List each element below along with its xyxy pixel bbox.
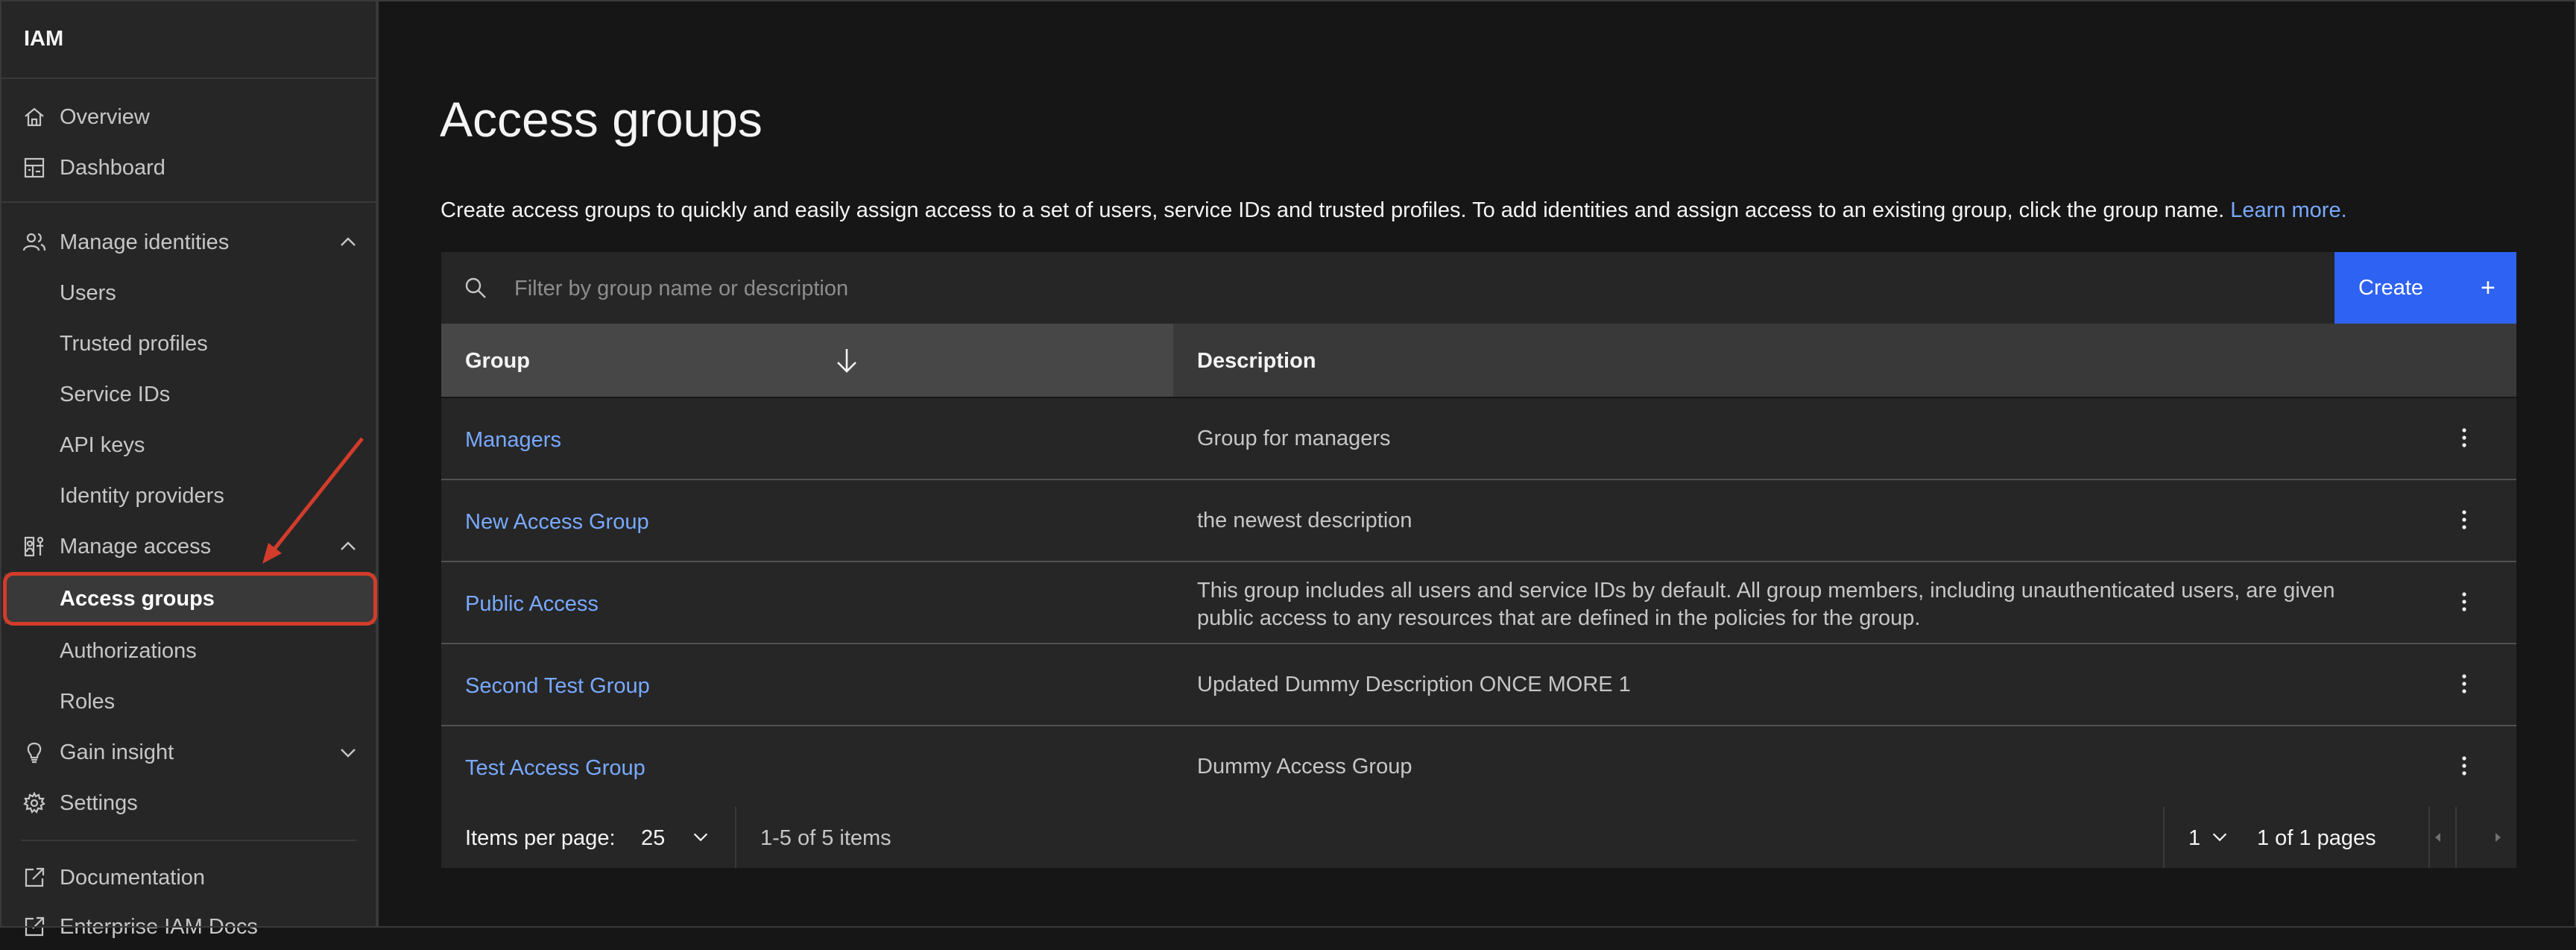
sidebar-item-label: Identity providers [60, 483, 224, 508]
sidebar-item-documentation[interactable]: Documentation [0, 855, 376, 901]
group-name-link[interactable]: Test Access Group [465, 756, 645, 781]
home-icon [22, 105, 46, 129]
items-range: 1-5 of 5 items [760, 826, 891, 850]
pages-text: 1 of 1 pages [2257, 826, 2376, 850]
sidebar-title: IAM [24, 27, 64, 51]
sidebar-item-label: Gain insight [60, 740, 174, 764]
sidebar: IAM Overview Dashboard Manage identities… [0, 0, 379, 939]
chevron-up-icon[interactable] [337, 231, 359, 254]
column-header-label: Group [465, 349, 530, 373]
group-description: Dummy Access Group [1197, 755, 1412, 778]
items-per-page-value: 25 [641, 826, 666, 850]
search-input[interactable] [513, 265, 2230, 312]
sidebar-item-dashboard[interactable]: Dashboard [0, 145, 376, 191]
sidebar-item-access-groups[interactable]: Access groups [4, 573, 377, 624]
group-description: This group includes all users and servic… [1197, 579, 2335, 630]
page-select[interactable]: 1 [2188, 807, 2255, 868]
group-name-link[interactable]: Managers [465, 428, 561, 453]
table-row: Public Access This group includes all use… [441, 562, 2516, 644]
lightbulb-icon [22, 740, 46, 764]
sidebar-item-settings[interactable]: Settings [0, 780, 376, 826]
overflow-menu-icon[interactable] [2457, 425, 2472, 450]
chevron-up-icon[interactable] [337, 535, 359, 558]
sidebar-item-label: Enterprise IAM Docs [60, 914, 258, 939]
sidebar-item-label: Overview [60, 104, 150, 129]
description-text: Create access groups to quickly and easi… [441, 198, 2225, 222]
sidebar-item-api-keys[interactable]: API keys [0, 422, 376, 468]
sidebar-item-label: Manage identities [60, 230, 230, 254]
page-number: 1 [2188, 826, 2201, 850]
table-row: Test Access Group Dummy Access Group [441, 726, 2516, 808]
sidebar-item-service-ids[interactable]: Service IDs [0, 371, 376, 418]
group-name-link[interactable]: Public Access [465, 592, 599, 617]
sidebar-divider [0, 78, 379, 79]
gear-icon [22, 791, 46, 815]
sidebar-item-label: Settings [60, 790, 138, 815]
sidebar-item-label: Trusted profiles [60, 331, 208, 356]
group-description: Group for managers [1197, 427, 1391, 450]
group-name-link[interactable]: New Access Group [465, 510, 649, 535]
table-row: New Access Group the newest description [441, 480, 2516, 562]
dashboard-icon [22, 156, 46, 180]
sidebar-item-enterprise-iam-docs[interactable]: Enterprise IAM Docs [0, 904, 376, 950]
sidebar-item-roles[interactable]: Roles [0, 679, 376, 725]
chevron-down-icon[interactable] [337, 741, 359, 764]
items-per-page-label: Items per page: [465, 826, 616, 850]
table-header: Group Description [441, 324, 2516, 397]
sidebar-item-label: Documentation [60, 865, 206, 890]
sidebar-item-manage-access[interactable]: Manage access [0, 523, 376, 570]
table-row: Second Test Group Updated Dummy Descripti… [441, 644, 2516, 726]
sidebar-item-label: Roles [60, 689, 116, 714]
pager-divider [735, 807, 736, 868]
users-icon [22, 230, 46, 254]
sidebar-item-label: Authorizations [60, 638, 197, 663]
create-button[interactable]: Create + [2334, 252, 2516, 324]
sidebar-item-overview[interactable]: Overview [0, 94, 376, 140]
launch-icon [22, 866, 46, 890]
overflow-menu-icon[interactable] [2457, 671, 2472, 696]
sidebar-divider [21, 840, 356, 841]
page-description: Create access groups to quickly and easi… [441, 198, 2347, 223]
items-per-page-select[interactable]: 25 [641, 807, 736, 868]
arrow-down-icon[interactable] [833, 346, 860, 374]
sidebar-item-label: Access groups [60, 586, 215, 611]
group-name-link[interactable]: Second Test Group [465, 674, 650, 699]
table-toolbar: Create + [441, 252, 2516, 324]
sidebar-item-manage-identities[interactable]: Manage identities [0, 219, 376, 265]
page-title: Access groups [440, 92, 763, 147]
previous-page-icon[interactable] [2427, 826, 2449, 849]
sidebar-item-label: Dashboard [60, 155, 165, 180]
plus-icon: + [2481, 273, 2496, 302]
access-icon [22, 535, 46, 559]
sidebar-item-authorizations[interactable]: Authorizations [0, 628, 376, 674]
sidebar-item-label: API keys [60, 432, 145, 457]
overflow-menu-icon[interactable] [2457, 589, 2472, 614]
group-description: the newest description [1197, 509, 1412, 532]
sidebar-item-gain-insight[interactable]: Gain insight [0, 729, 376, 776]
sidebar-item-label: Manage access [60, 534, 212, 559]
column-header-label: Description [1197, 349, 1316, 373]
next-page-icon[interactable] [2487, 826, 2509, 849]
overflow-menu-icon[interactable] [2457, 507, 2472, 532]
sidebar-item-label: Service IDs [60, 382, 171, 406]
search-icon [465, 277, 486, 298]
sidebar-item-label: Users [60, 280, 116, 305]
chevron-down-icon [2212, 833, 2227, 842]
pager-divider [2163, 807, 2165, 868]
sidebar-item-users[interactable]: Users [0, 270, 376, 316]
column-header-group[interactable]: Group [441, 324, 1173, 397]
create-button-label: Create [2358, 275, 2424, 300]
launch-icon [22, 915, 46, 939]
chevron-down-icon [693, 833, 708, 842]
overflow-menu-icon[interactable] [2457, 753, 2472, 778]
pagination: Items per page: 25 1-5 of 5 items 1 1 of… [441, 807, 2516, 868]
sidebar-divider [0, 201, 379, 203]
sidebar-item-identity-providers[interactable]: Identity providers [0, 473, 376, 519]
sidebar-item-trusted-profiles[interactable]: Trusted profiles [0, 321, 376, 367]
pager-divider [2455, 807, 2457, 868]
learn-more-link[interactable]: Learn more. [2230, 198, 2346, 222]
table-row: Managers Group for managers [441, 398, 2516, 480]
group-description: Updated Dummy Description ONCE MORE 1 [1197, 673, 1631, 696]
